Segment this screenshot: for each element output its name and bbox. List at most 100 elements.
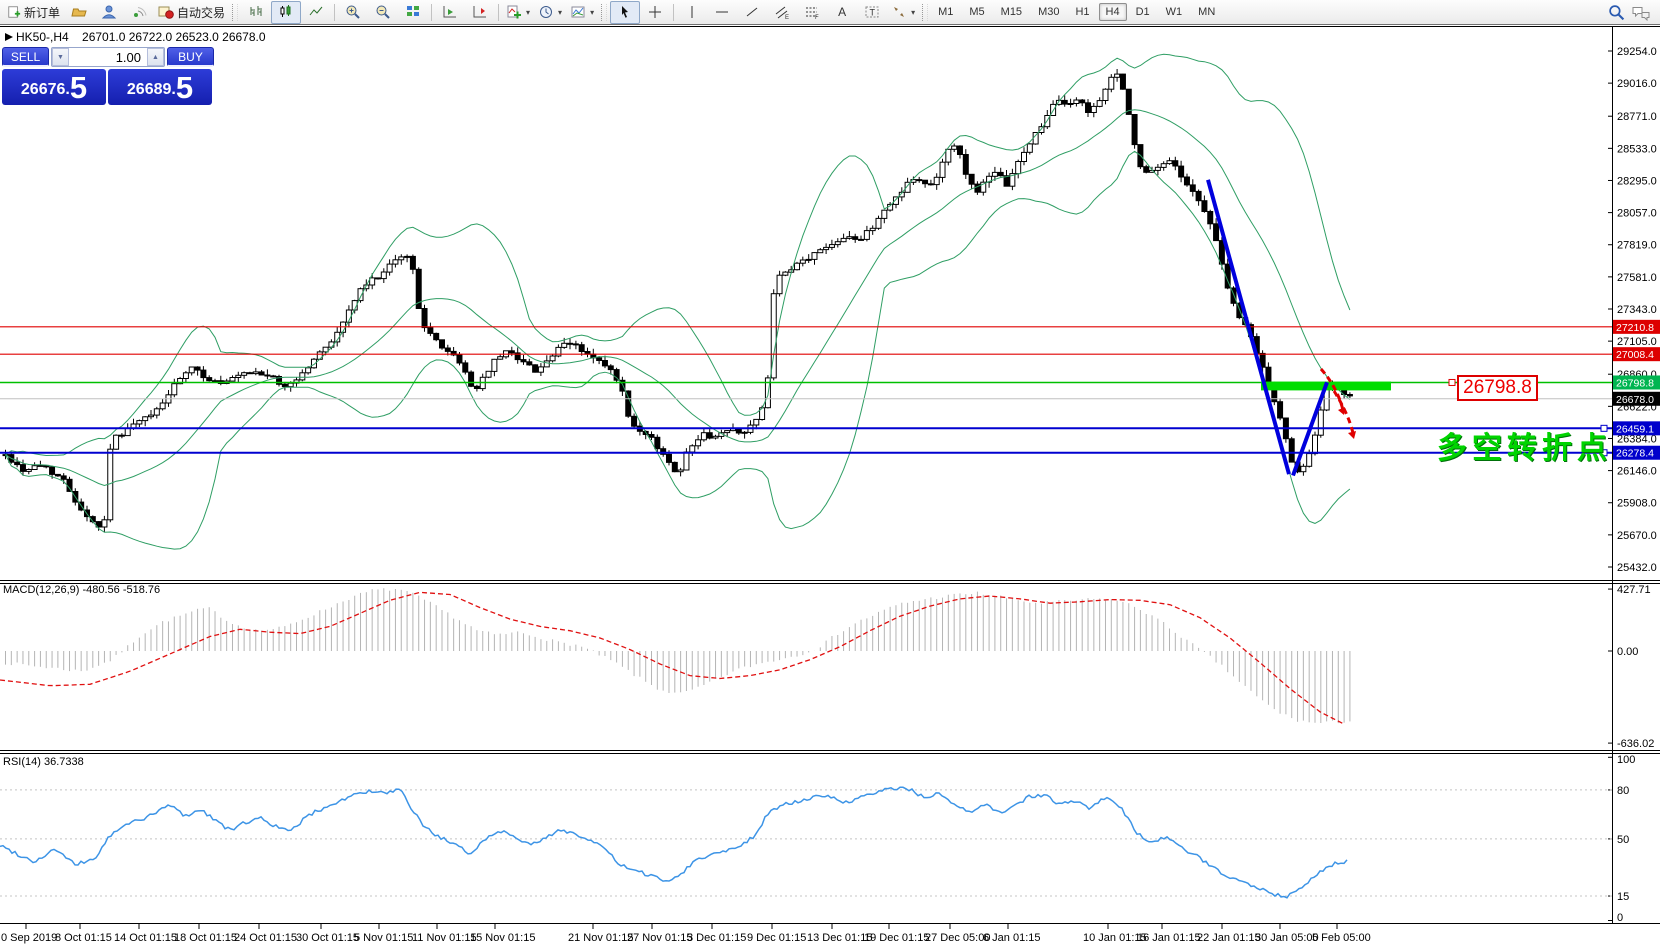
sell-button[interactable]: SELL: [2, 47, 49, 67]
cursor-icon: [617, 4, 633, 20]
fibonacci-icon: F: [804, 4, 820, 20]
person-icon: [101, 4, 117, 20]
time-axis-label: 0 Sep 2019: [1, 932, 57, 944]
timeframe-H1[interactable]: H1: [1068, 3, 1096, 21]
buy-price-main: 26689: [127, 77, 172, 103]
timeframe-M15[interactable]: M15: [994, 3, 1029, 21]
dropdown-caret-icon: ▾: [526, 8, 530, 17]
chat-icon[interactable]: [1631, 4, 1651, 21]
chart-shift-button[interactable]: [465, 1, 495, 24]
crosshair-button[interactable]: [640, 1, 670, 24]
new-order-icon: [7, 5, 21, 19]
zoom-out-button[interactable]: [368, 1, 398, 24]
price-axis-label: 25670.0: [1617, 530, 1657, 542]
price-axis-label: 28771.0: [1617, 111, 1657, 123]
arrows-button[interactable]: ▾: [887, 1, 919, 24]
toolbar-right-icons: [1608, 4, 1657, 21]
timeframe-bar: M1M5M15M30H1H4D1W1MN: [931, 3, 1222, 21]
text-label-button[interactable]: T: [857, 1, 887, 24]
time-axis-label: 19 Dec 01:15: [864, 932, 929, 944]
auto-scroll-button[interactable]: [435, 1, 465, 24]
toolbar-grip: [922, 4, 928, 21]
tile-windows-button[interactable]: [398, 1, 428, 24]
toolbar-separator: [334, 4, 335, 21]
volume-increase-button[interactable]: ▲: [147, 48, 164, 66]
equidistant-channel-button[interactable]: E: [767, 1, 797, 24]
price-axis-label: 29016.0: [1617, 78, 1657, 90]
indicators-button[interactable]: ▾: [502, 1, 534, 24]
time-axis-label: 21 Nov 01:15: [568, 932, 633, 944]
text-button[interactable]: A: [827, 1, 857, 24]
price-axis-label: 27581.0: [1617, 272, 1657, 284]
sell-price-main: 26676: [21, 77, 66, 103]
toolbar-grip: [601, 4, 607, 21]
price-axis-label: 28295.0: [1617, 175, 1657, 187]
zoom-in-button[interactable]: [338, 1, 368, 24]
price-axis-label: 29254.0: [1617, 46, 1657, 58]
rsi-axis-label: 100: [1617, 754, 1635, 766]
svg-text:F: F: [815, 15, 819, 20]
autotrading-button[interactable]: 自动交易: [154, 1, 229, 24]
timeframe-D1[interactable]: D1: [1129, 3, 1157, 21]
zoom-out-icon: [375, 4, 391, 20]
new-order-button[interactable]: 新订单: [3, 1, 64, 24]
arrows-icon: [891, 4, 907, 20]
clock-icon: [538, 4, 554, 20]
price-axis-flag-label: 26678.0: [1616, 394, 1654, 406]
templates-button[interactable]: ▾: [566, 1, 598, 24]
main-chart-panel: [3, 54, 1352, 549]
toolbar-grip: [232, 4, 238, 21]
price-axis-label: 28057.0: [1617, 208, 1657, 220]
periods-button[interactable]: ▾: [534, 1, 566, 24]
text-tool-glyph: A: [838, 5, 846, 19]
price-axis-label: 26146.0: [1617, 466, 1657, 478]
volume-spinner: ▼ 1.00 ▲: [51, 47, 165, 67]
channel-icon: E: [774, 4, 790, 20]
line-chart-button[interactable]: [301, 1, 331, 24]
vertical-line-button[interactable]: [677, 1, 707, 24]
timeframe-M30[interactable]: M30: [1031, 3, 1066, 21]
time-axis-label: 22 Jan 01:15: [1197, 932, 1261, 944]
rsi-axis-label: 15: [1617, 891, 1629, 903]
price-axis-label: 28533.0: [1617, 143, 1657, 155]
chart-marker-icon: [5, 33, 13, 41]
cursor-button[interactable]: [610, 1, 640, 24]
zoom-in-icon: [345, 4, 361, 20]
volume-decrease-button[interactable]: ▼: [52, 48, 69, 66]
sell-price[interactable]: 26676.5: [2, 69, 106, 105]
candlestick-button[interactable]: [271, 1, 301, 24]
line-chart-icon: [308, 4, 324, 20]
price-axis-flag-label: 26278.4: [1616, 448, 1654, 460]
object-handle[interactable]: [1449, 379, 1455, 385]
horizontal-line-button[interactable]: [707, 1, 737, 24]
chinese-annotation[interactable]: 多空转折点: [1437, 423, 1612, 467]
volume-value[interactable]: 1.00: [69, 48, 147, 66]
price-axis-flag-label: 26459.1: [1616, 423, 1654, 435]
signals-button[interactable]: [124, 1, 154, 24]
bar-chart-button[interactable]: [241, 1, 271, 24]
price-axis-flag-label: 26798.8: [1616, 377, 1654, 389]
timeframe-M1[interactable]: M1: [931, 3, 960, 21]
trade-panel-top-row: SELL ▼ 1.00 ▲ BUY: [2, 47, 216, 67]
buy-button[interactable]: BUY: [167, 47, 214, 67]
dropdown-caret-icon: ▾: [911, 8, 915, 17]
autotrading-label: 自动交易: [177, 4, 225, 21]
timeframe-M5[interactable]: M5: [962, 3, 991, 21]
time-axis-label: 27 Dec 05:00: [925, 932, 990, 944]
fibonacci-button[interactable]: F: [797, 1, 827, 24]
candlestick-icon: [278, 4, 294, 20]
trendline-button[interactable]: [737, 1, 767, 24]
timeframe-H4[interactable]: H4: [1099, 3, 1127, 21]
timeframe-W1[interactable]: W1: [1159, 3, 1190, 21]
rsi-label: RSI(14) 36.7338: [3, 756, 84, 768]
timeframe-MN[interactable]: MN: [1191, 3, 1222, 21]
chart-ohlc: 26701.0 26722.0 26523.0 26678.0: [82, 30, 266, 44]
history-center-button[interactable]: [64, 1, 94, 24]
buy-price[interactable]: 26689.5: [108, 69, 212, 105]
vertical-line-icon: [684, 4, 700, 20]
search-icon[interactable]: [1608, 4, 1625, 21]
toolbar-separator: [673, 4, 674, 21]
indicators-icon: [506, 4, 522, 20]
community-button[interactable]: [94, 1, 124, 24]
level-callout-label[interactable]: 26798.8: [1457, 375, 1538, 401]
